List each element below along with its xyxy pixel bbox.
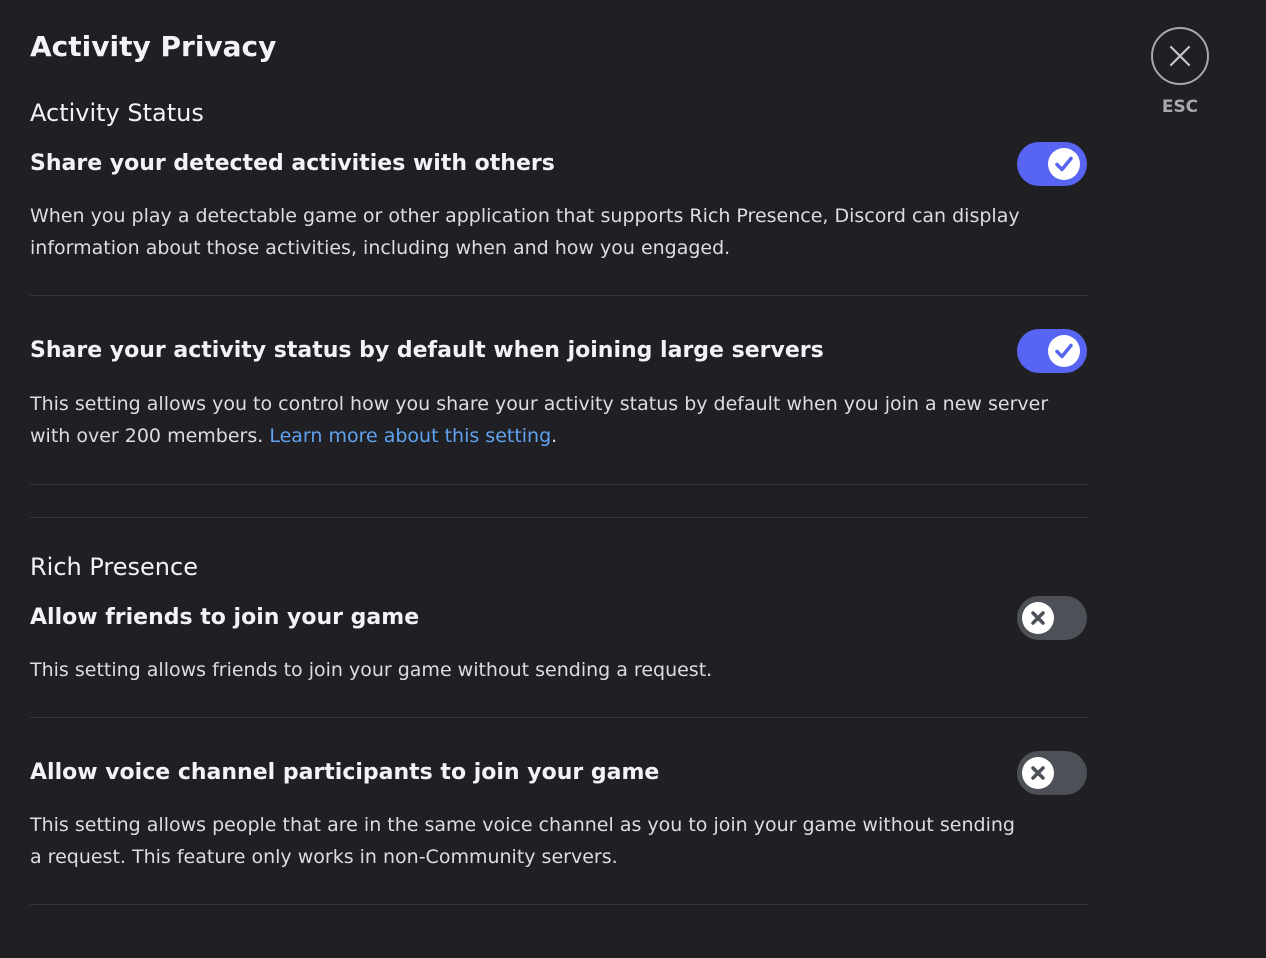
- divider: [30, 295, 1088, 296]
- setting-title-allow-friends-join: Allow friends to join your game: [30, 605, 420, 630]
- setting-title-allow-voice-participants-join: Allow voice channel participants to join…: [30, 760, 660, 785]
- check-icon: [1055, 343, 1073, 359]
- divider: [30, 904, 1088, 905]
- toggle-knob: [1022, 602, 1054, 634]
- learn-more-link[interactable]: Learn more about this setting: [269, 425, 551, 447]
- divider: [30, 717, 1088, 718]
- toggle-allow-voice-participants-join[interactable]: [1017, 751, 1087, 795]
- setting-desc-share-activity-large-servers: This setting allows you to control how y…: [30, 388, 1080, 452]
- toggle-knob: [1022, 757, 1054, 789]
- check-icon: [1055, 156, 1073, 172]
- toggle-allow-friends-join[interactable]: [1017, 596, 1087, 640]
- section-heading-rich-presence: Rich Presence: [30, 553, 198, 581]
- setting-desc-allow-voice-participants-join: This setting allows people that are in t…: [30, 814, 1015, 868]
- toggle-knob: [1048, 148, 1080, 180]
- toggle-share-detected-activities[interactable]: [1017, 142, 1087, 186]
- setting-desc-trailing: .: [551, 425, 558, 447]
- close-button[interactable]: [1151, 27, 1209, 85]
- setting-title-share-detected-activities: Share your detected activities with othe…: [30, 151, 555, 176]
- setting-desc-allow-friends-join: This setting allows friends to join your…: [30, 659, 713, 681]
- esc-label: ESC: [1161, 97, 1199, 117]
- divider: [30, 484, 1088, 485]
- close-control: ESC: [1151, 27, 1209, 117]
- section-heading-activity-status: Activity Status: [30, 99, 204, 127]
- page-title: Activity Privacy: [30, 30, 277, 63]
- close-icon: [1169, 45, 1191, 67]
- toggle-knob: [1048, 335, 1080, 367]
- section-divider: [30, 517, 1088, 518]
- setting-desc-share-detected-activities: When you play a detectable game or other…: [30, 205, 1020, 259]
- toggle-share-activity-large-servers[interactable]: [1017, 329, 1087, 373]
- setting-title-share-activity-large-servers: Share your activity status by default wh…: [30, 338, 824, 363]
- x-icon: [1031, 766, 1045, 780]
- x-icon: [1031, 611, 1045, 625]
- settings-page: Activity Privacy Activity Status Share y…: [0, 0, 1266, 958]
